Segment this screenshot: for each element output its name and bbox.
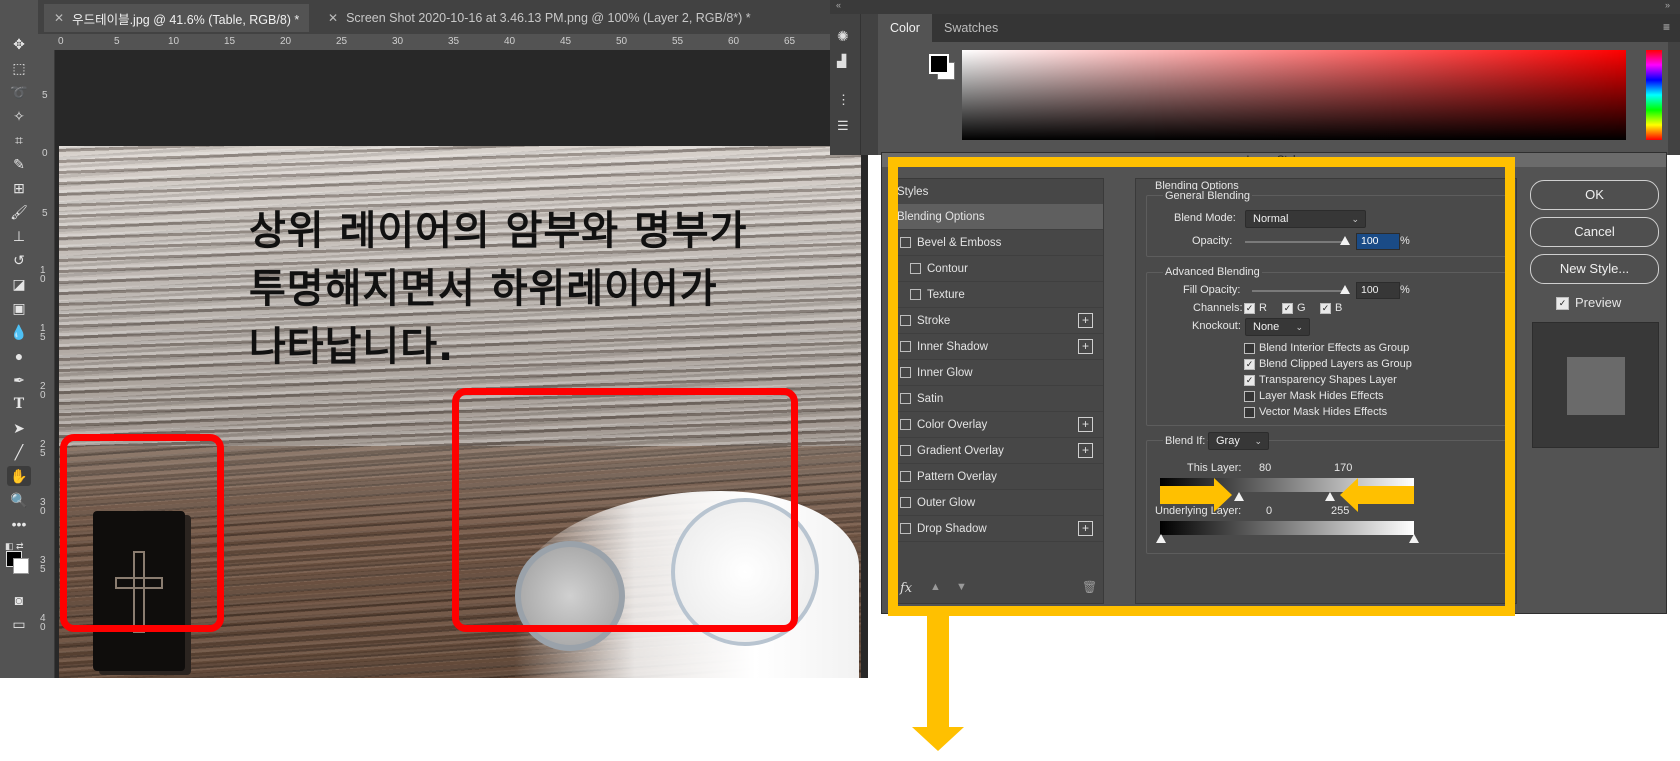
ruler-tick-label: 60 [728, 36, 740, 47]
new-style-button[interactable]: New Style... [1530, 254, 1659, 284]
hand-tool-icon[interactable]: ✋ [7, 466, 31, 486]
dodge-tool-icon[interactable]: ● [7, 346, 31, 366]
ruler-tick-label: 35 [448, 36, 460, 47]
line-tool-icon[interactable]: ╱ [7, 442, 31, 462]
color-spectrum-field[interactable] [962, 50, 1626, 140]
move-tool-icon[interactable]: ✥ [7, 34, 31, 54]
overlay-text-line: 투명해지면서 하위레이어가 [249, 266, 718, 312]
hue-slider[interactable] [1646, 50, 1662, 140]
ruler-tick-label: 40 [504, 36, 516, 47]
lasso-tool-icon[interactable]: ➰ [7, 82, 31, 102]
default-colors-icon[interactable]: ◧ ⇄ [5, 538, 33, 551]
style-preview-thumbnail [1532, 322, 1659, 448]
navigator-icon[interactable]: ✺ [837, 28, 849, 45]
eyedropper-tool-icon[interactable]: ✎ [7, 154, 31, 174]
eraser-tool-icon[interactable]: ◪ [7, 274, 31, 294]
ok-button[interactable]: OK [1530, 180, 1659, 210]
ruler-tick-label: 50 [616, 36, 628, 47]
blur-tool-icon[interactable]: 💧 [7, 322, 31, 342]
histogram-icon[interactable]: ▟ [837, 54, 846, 68]
stamp-tool-icon[interactable]: ⊥ [7, 226, 31, 246]
document-tab-label: 우드테이블.jpg @ 41.6% (Table, RGB/8) * [72, 12, 300, 27]
panel-icon-strip: ✺ ▟ ⋮ ☰ [830, 14, 861, 155]
brush-settings-icon[interactable]: ⋮ [837, 92, 850, 108]
quick-mask-icon[interactable]: ◙ [7, 590, 31, 610]
collapse-right-icon[interactable]: » [1665, 0, 1670, 10]
tab-color[interactable]: Color [878, 14, 932, 42]
ruler-tick-label: 1 5 [40, 323, 46, 343]
pen-tool-icon[interactable]: ✒ [7, 370, 31, 390]
close-tab-icon[interactable]: ✕ [54, 11, 64, 25]
ruler-tick-label: 3 5 [40, 555, 46, 575]
history-brush-icon[interactable]: ↺ [7, 250, 31, 270]
marquee-tool-icon[interactable]: ⬚ [7, 58, 31, 78]
ruler-tick-label: 45 [560, 36, 572, 47]
overlay-text-line: 상위 레이어의 암부와 명부가 [249, 208, 748, 254]
background-color-swatch[interactable] [13, 558, 29, 574]
ruler-tick-label: 0 [58, 36, 64, 47]
document-tab-bar: ✕ 우드테이블.jpg @ 41.6% (Table, RGB/8) * ✕ S… [38, 0, 868, 34]
document-tab-screenshot[interactable]: ✕ Screen Shot 2020-10-16 at 3.46.13 PM.p… [318, 4, 761, 32]
preview-label: Preview [1575, 295, 1622, 310]
panel-menu-icon[interactable]: ≡ [1663, 20, 1670, 34]
brush-tool-icon[interactable]: 🖌 [7, 202, 31, 222]
preview-checkbox[interactable]: ✓ [1556, 297, 1569, 310]
path-selection-icon[interactable]: ➤ [7, 418, 31, 438]
horizontal-ruler: 0 5 10 15 20 25 30 35 40 45 50 55 60 65 [38, 34, 868, 51]
cancel-button[interactable]: Cancel [1530, 217, 1659, 247]
annotation-down-arrow [927, 616, 949, 730]
color-panel-tabs: Color Swatches ≡ [878, 14, 1680, 42]
close-tab-icon[interactable]: ✕ [328, 11, 338, 25]
tools-panel: ✥ ⬚ ➰ ✧ ⌗ ✎ ⊞ 🖌 ⊥ ↺ ◪ ▣ 💧 ● ✒ T ➤ ╱ ✋ 🔍 … [0, 0, 39, 678]
annotation-down-arrowhead [912, 727, 964, 751]
ruler-tick-label: 25 [336, 36, 348, 47]
ruler-tick-label: 15 [224, 36, 236, 47]
magic-wand-tool-icon[interactable]: ✧ [7, 106, 31, 126]
type-tool-icon[interactable]: T [7, 394, 31, 414]
ruler-tick-label: 4 0 [40, 613, 46, 633]
ruler-tick-label: 30 [392, 36, 404, 47]
overlay-text-line: 나타납니다. [249, 324, 455, 370]
ruler-tick-label: 3 0 [40, 497, 46, 517]
ruler-tick-label: 20 [280, 36, 292, 47]
vertical-ruler: 5 0 5 1 0 1 5 2 0 2 5 3 0 3 5 4 0 [38, 50, 55, 678]
ruler-tick-label: 10 [168, 36, 180, 47]
tab-swatches[interactable]: Swatches [932, 14, 1010, 42]
more-tools-icon[interactable]: ••• [7, 514, 31, 534]
document-canvas[interactable]: 상위 레이어의 암부와 명부가 투명해지면서 하위레이어가 나타납니다. [55, 50, 868, 678]
foreground-color-chip[interactable] [929, 54, 949, 74]
highlight-box-cups [452, 388, 798, 632]
crop-tool-icon[interactable]: ⌗ [7, 130, 31, 150]
patch-tool-icon[interactable]: ⊞ [7, 178, 31, 198]
ruler-tick-label: 5 [114, 36, 120, 47]
ruler-tick-label: 65 [784, 36, 796, 47]
ruler-tick-label: 5 [42, 208, 48, 219]
ruler-tick-label: 2 5 [40, 439, 46, 459]
ruler-tick-label: 1 0 [40, 265, 46, 285]
document-tab-label: Screen Shot 2020-10-16 at 3.46.13 PM.png… [346, 11, 751, 25]
ruler-tick-label: 5 [42, 90, 48, 101]
gradient-tool-icon[interactable]: ▣ [7, 298, 31, 318]
canvas-overlay-text: 상위 레이어의 암부와 명부가 투명해지면서 하위레이어가 나타납니다. [249, 202, 809, 376]
adjustments-icon[interactable]: ☰ [837, 118, 849, 134]
ruler-tick-label: 0 [42, 148, 48, 159]
screen-mode-icon[interactable]: ▭ [7, 614, 31, 634]
panel-dock-header: « » [830, 0, 1680, 14]
ruler-tick-label: 55 [672, 36, 684, 47]
collapse-left-icon[interactable]: « [836, 0, 841, 10]
zoom-tool-icon[interactable]: 🔍 [7, 490, 31, 510]
ruler-tick-label: 2 0 [40, 381, 46, 401]
annotation-highlight-frame [888, 157, 1515, 616]
document-tab-woodtable[interactable]: ✕ 우드테이블.jpg @ 41.6% (Table, RGB/8) * [44, 4, 310, 32]
highlight-box-bible [60, 434, 224, 632]
style-preview-swatch [1567, 357, 1625, 415]
